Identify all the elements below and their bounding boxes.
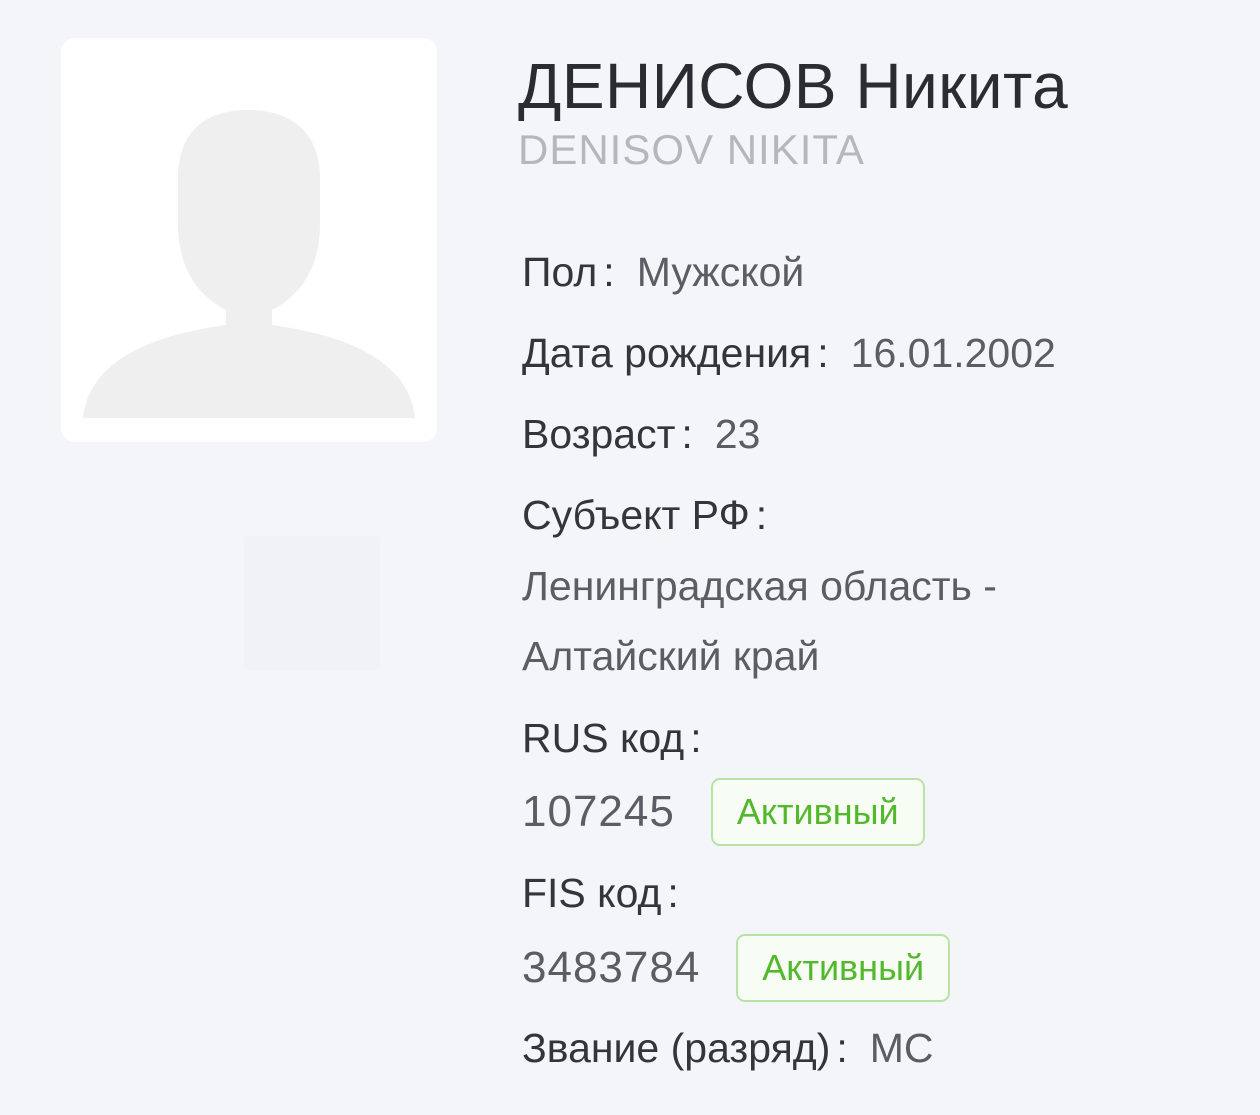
gender-label: Пол bbox=[522, 249, 598, 295]
user-silhouette-icon bbox=[83, 110, 415, 418]
birthdate-value: 16.01.2002 bbox=[850, 330, 1056, 376]
gender-row: Пол: Мужской bbox=[522, 248, 804, 296]
rus-code-colon: : bbox=[690, 715, 702, 761]
rus-code-value-row: 107245 Активный bbox=[522, 778, 925, 846]
age-value: 23 bbox=[714, 411, 761, 457]
athlete-name-ru: ДЕНИСОВ Никита bbox=[518, 50, 1069, 122]
gender-colon: : bbox=[603, 249, 615, 295]
athlete-info: ДЕНИСОВ Никита DENISOV NIKITA Пол: Мужско… bbox=[518, 48, 1238, 1071]
fis-code-value: 3483784 bbox=[522, 943, 701, 992]
placeholder-box bbox=[244, 536, 380, 670]
athlete-photo bbox=[61, 38, 437, 442]
athlete-name-en: DENISOV NIKITA bbox=[518, 126, 865, 173]
birthdate-row: Дата рождения:16.01.2002 bbox=[522, 329, 1056, 377]
birthdate-label: Дата рождения bbox=[522, 330, 812, 376]
rus-code-row: RUS код: bbox=[522, 714, 702, 762]
age-colon: : bbox=[681, 411, 693, 457]
age-row: Возраст:23 bbox=[522, 410, 760, 458]
rank-row: Звание (разряд): МС bbox=[522, 1024, 934, 1072]
region-value-line1: Ленинградская область - bbox=[522, 563, 997, 609]
region-colon: : bbox=[755, 492, 768, 538]
region-label: Субъект РФ bbox=[522, 492, 750, 538]
birthdate-colon: : bbox=[817, 330, 829, 376]
gender-value: Мужской bbox=[636, 249, 805, 295]
fis-code-row: FIS код: bbox=[522, 869, 679, 917]
fis-code-colon: : bbox=[667, 870, 679, 916]
rank-value: МС bbox=[869, 1025, 934, 1071]
fis-code-label: FIS код bbox=[522, 870, 662, 916]
rank-label: Звание (разряд) bbox=[522, 1025, 831, 1071]
rus-code-value: 107245 bbox=[522, 787, 675, 836]
region-row: Субъект РФ: bbox=[522, 491, 767, 539]
rus-code-label: RUS код bbox=[522, 715, 685, 761]
age-label: Возраст bbox=[522, 411, 676, 457]
fis-code-status-badge: Активный bbox=[736, 934, 951, 1002]
fis-code-value-row: 3483784 Активный bbox=[522, 934, 951, 1002]
rus-code-status-badge: Активный bbox=[710, 778, 925, 846]
rank-colon: : bbox=[836, 1025, 848, 1071]
region-value-line2: Алтайский край bbox=[522, 633, 820, 679]
